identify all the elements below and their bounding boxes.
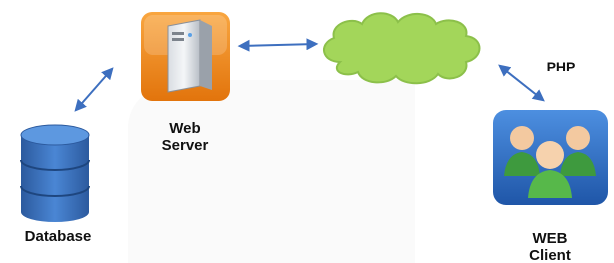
internet-cloud-icon: [323, 12, 481, 85]
web-server-label: Web Server: [140, 120, 230, 157]
web-client-label-line2: Client: [529, 247, 571, 263]
web-server-icon: [141, 12, 230, 101]
backdrop-panel: [128, 80, 415, 263]
web-client-label: WEB Client: [508, 230, 592, 263]
web-client-icon: [493, 110, 608, 205]
web-client-label-line1: WEB: [532, 230, 568, 247]
arrow-internet-client: [498, 64, 545, 102]
internet-label: PHP: [546, 60, 576, 71]
database-label: Database: [24, 228, 92, 241]
arrow-webserver-internet: [237, 38, 319, 52]
web-server-label-line1: Web: [169, 120, 201, 137]
web-server-label-line2: Server: [161, 137, 209, 154]
database-icon: [20, 124, 90, 222]
diagram-canvas: [20, 12, 608, 263]
arrow-database-webserver: [74, 67, 114, 112]
